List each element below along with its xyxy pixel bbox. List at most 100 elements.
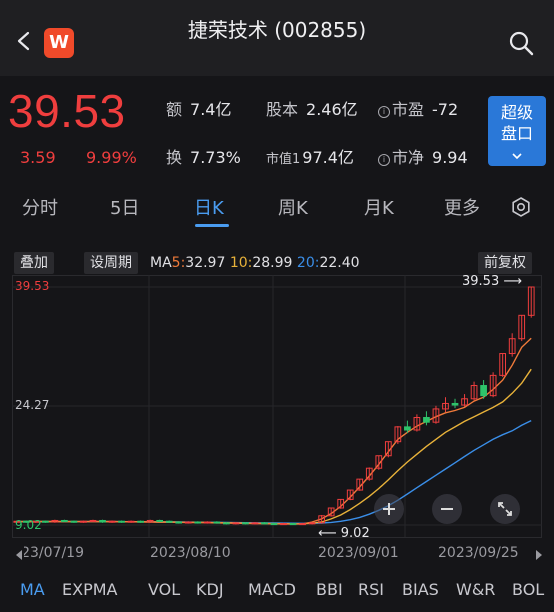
scroll-right-icon[interactable]	[534, 549, 544, 561]
candle-body	[299, 523, 306, 526]
overlay-button[interactable]: 叠加	[14, 252, 54, 274]
ma20-value: 22.40	[319, 255, 360, 271]
super-button-line1: 超级	[500, 103, 533, 122]
chart-period-tabs: 分时 5日 日K 周K 月K 更多	[0, 184, 554, 230]
x-label-1: 2023/08/10	[150, 545, 231, 561]
set-period-button[interactable]: 设周期	[84, 252, 138, 274]
y-label-mid: 24.27	[15, 398, 50, 412]
candle-body	[80, 520, 87, 523]
stat-share-capital: 股本 2.46亿	[266, 100, 358, 119]
stat-turnover-rate: 换 7.73%	[166, 148, 241, 167]
x-label-3: 2023/09/25	[438, 545, 519, 561]
candle-body	[127, 520, 135, 523]
candle-body	[165, 520, 173, 523]
stat-pb-ratio[interactable]: i 市净 9.94	[378, 144, 468, 168]
candle-body	[41, 520, 49, 523]
candle-body	[242, 522, 249, 525]
candle-body	[61, 519, 68, 522]
candle-body	[137, 520, 144, 523]
stat-market-cap[interactable]: 市值1 97.4亿	[266, 144, 354, 168]
price-change-percent: 9.99%	[86, 148, 137, 167]
price-adjust-button[interactable]: 前复权	[478, 252, 532, 274]
x-label-2: 2023/09/01	[318, 545, 399, 561]
y-label-low: 9.02	[15, 518, 42, 532]
candle-body	[99, 519, 106, 523]
tab-more[interactable]: 更多	[444, 194, 480, 220]
x-label-0: 2023/07/19	[24, 545, 84, 561]
indicator-macd[interactable]: MACD	[248, 580, 296, 599]
candle-body	[480, 385, 487, 397]
super-orderbook-button[interactable]: 超级 盘口	[488, 96, 546, 166]
indicator-kdj[interactable]: KDJ	[196, 580, 224, 599]
candle-body	[223, 522, 230, 525]
tab-weekly-k[interactable]: 周K	[278, 194, 308, 220]
stat-pe-ratio[interactable]: i 市盈 -72	[378, 96, 458, 120]
indicator-vol[interactable]: VOL	[148, 580, 180, 599]
indicator-expma[interactable]: EXPMA	[62, 580, 117, 599]
candle-body	[251, 522, 259, 525]
candle-body	[261, 522, 268, 525]
ma10-value: 28.99	[252, 255, 293, 271]
settings-gear-icon[interactable]	[510, 196, 532, 218]
app-header: W 捷荣技术 (002855)	[0, 0, 554, 76]
indicator-wr[interactable]: W&R	[456, 580, 495, 599]
stat-turnover-amount: 额 7.4亿	[166, 100, 232, 119]
fullscreen-button[interactable]	[490, 494, 520, 524]
candle-body	[70, 520, 78, 523]
tab-5day[interactable]: 5日	[110, 194, 139, 220]
page-title: 捷荣技术 (002855)	[187, 18, 367, 42]
candle-body	[404, 426, 411, 431]
info-icon: i	[378, 106, 390, 118]
candle-body	[89, 519, 97, 522]
kline-plot	[12, 275, 542, 538]
zoom-in-button[interactable]	[374, 494, 404, 524]
candle-body	[451, 402, 459, 406]
quote-panel: 39.53 3.59 9.99% 额 7.4亿 股本 2.46亿 i 市盈 -72 换7…	[0, 76, 554, 180]
ma-legend: MA5:32.97 10:28.99 20:22.40	[150, 255, 360, 271]
indicator-boll[interactable]: BOL	[512, 580, 554, 599]
tab-intraday[interactable]: 分时	[22, 194, 58, 220]
indicator-tabs: MA EXPMA VOL KDJ MACD BBI RSI BIAS W&R B…	[0, 574, 554, 606]
candle-body	[213, 521, 221, 524]
candle-body	[156, 519, 164, 522]
ma5-value: 32.97	[185, 255, 226, 271]
chevron-down-icon	[512, 153, 522, 160]
info-icon: i	[378, 154, 390, 166]
candle-body	[308, 522, 316, 525]
search-icon[interactable]	[508, 30, 534, 56]
y-label-high: 39.53	[15, 279, 50, 293]
ma10-label: 10:	[229, 255, 253, 271]
scroll-left-icon[interactable]	[14, 549, 24, 561]
indicator-rsi[interactable]: RSI	[358, 580, 384, 599]
high-price-marker: 39.53 ⟶	[462, 274, 522, 289]
minus-icon	[441, 508, 453, 510]
candle-body	[194, 521, 202, 524]
super-button-line2: 盘口	[500, 124, 533, 143]
price-change: 3.59	[20, 148, 56, 167]
candle-body	[289, 523, 297, 526]
active-tab-indicator	[195, 224, 229, 227]
candle-body	[184, 521, 192, 524]
candle-body	[270, 523, 278, 526]
indicator-ma[interactable]: MA	[20, 580, 45, 599]
candle-body	[175, 521, 183, 524]
kline-chart[interactable]: 叠加 设周期 MA5:32.97 10:28.99 20:22.40 前复权 3…	[12, 250, 542, 545]
plus-icon	[383, 503, 395, 515]
candle-body	[280, 523, 287, 526]
candle-body	[108, 520, 116, 523]
candle-body	[118, 520, 125, 523]
low-price-marker: ⟵ 9.02	[318, 526, 370, 541]
ma5-label: 5:	[171, 255, 186, 271]
tab-monthly-k[interactable]: 月K	[364, 194, 394, 220]
tab-daily-k[interactable]: 日K	[194, 194, 224, 220]
candle-body	[232, 522, 240, 525]
ma20-label: 20:	[296, 255, 320, 271]
last-price: 39.53	[8, 85, 126, 137]
indicator-bbi[interactable]: BBI	[316, 580, 343, 599]
candle-body	[203, 521, 211, 524]
zoom-out-button[interactable]	[432, 494, 462, 524]
indicator-bias[interactable]: BIAS	[402, 580, 439, 599]
ma-prefix: MA	[150, 255, 172, 271]
candle-body	[423, 417, 430, 423]
expand-icon	[498, 502, 512, 516]
